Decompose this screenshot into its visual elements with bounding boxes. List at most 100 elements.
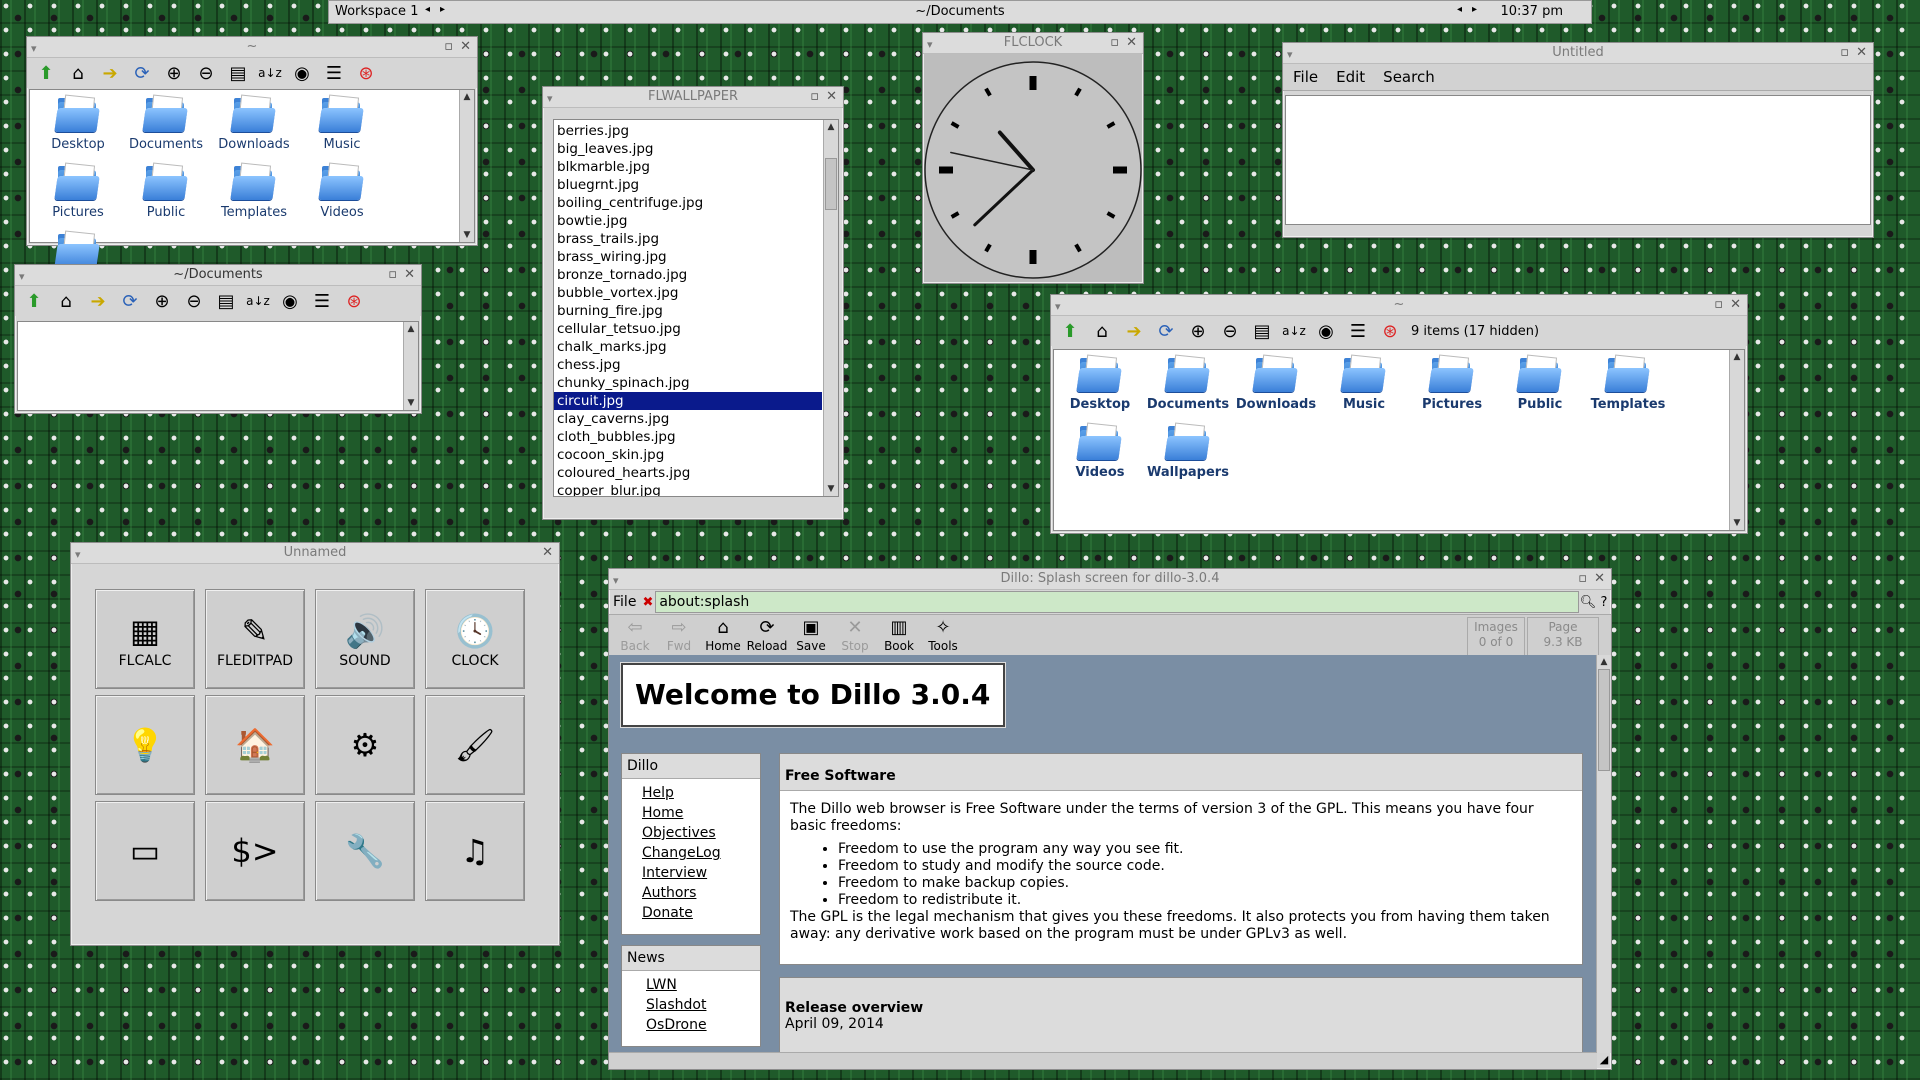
news-link-slashdot[interactable]: Slashdot [646, 995, 760, 1015]
zoom-in-icon[interactable]: ⊕ [147, 288, 177, 314]
window-menu-icon[interactable]: ▾ [1287, 45, 1293, 65]
folder-wallpapers[interactable]: Wallpapers [1144, 420, 1232, 488]
menu-search[interactable]: Search [1383, 68, 1435, 86]
up-arrow-icon[interactable]: ⬆ [1055, 318, 1085, 344]
window-menu-icon[interactable]: ▾ [31, 39, 37, 59]
launcher-button-globe-settings[interactable]: ⚙ [315, 695, 415, 795]
zoom-in-icon[interactable]: ⊕ [159, 60, 189, 86]
wallpaper-list-item[interactable]: coloured_hearts.jpg [554, 464, 822, 482]
show-hidden-icon[interactable]: ◉ [275, 288, 305, 314]
window-menu-icon[interactable]: ▾ [927, 35, 933, 55]
nav-link-changelog[interactable]: ChangeLog [642, 843, 760, 863]
wallpaper-list-item[interactable]: circuit.jpg [554, 392, 822, 410]
maximize-button[interactable]: ▫ [810, 87, 819, 107]
zoom-in-icon[interactable]: ⊕ [1183, 318, 1213, 344]
resize-grip-icon[interactable]: ◢ [1597, 1053, 1611, 1069]
list-view-icon[interactable]: ☰ [307, 288, 337, 314]
close-button[interactable]: ✕ [1856, 43, 1867, 63]
help-lifebuoy-icon[interactable]: ⊛ [1375, 318, 1405, 344]
close-button[interactable]: ✕ [1594, 569, 1605, 589]
vertical-scrollbar[interactable]: ▲ ▼ [1729, 350, 1744, 530]
book-button[interactable]: ▥ Book [877, 617, 921, 653]
wallpaper-list-item[interactable]: blkmarble.jpg [554, 158, 822, 176]
wallpaper-list-item[interactable]: brass_wiring.jpg [554, 248, 822, 266]
close-button[interactable]: ✕ [404, 265, 415, 285]
list-view-icon[interactable]: ☰ [319, 60, 349, 86]
editor-text-area[interactable] [1285, 95, 1871, 225]
empty-file-pane[interactable]: ▲ ▼ [17, 321, 419, 411]
close-button[interactable]: ✕ [542, 543, 553, 563]
details-view-icon[interactable]: ▤ [223, 60, 253, 86]
wallpaper-list-item[interactable]: cloth_bubbles.jpg [554, 428, 822, 446]
launcher-button-music-disc[interactable]: ♫ [425, 801, 525, 901]
wallpaper-list-item[interactable]: bowtie.jpg [554, 212, 822, 230]
launcher-button-clock[interactable]: 🕓 CLOCK [425, 589, 525, 689]
up-arrow-icon[interactable]: ⬆ [19, 288, 49, 314]
show-hidden-icon[interactable]: ◉ [287, 60, 317, 86]
folder-templates[interactable]: Templates [1584, 352, 1672, 420]
scrollbar-thumb[interactable] [1598, 669, 1610, 771]
maximize-button[interactable]: ▫ [388, 265, 397, 285]
refresh-icon[interactable]: ⟳ [1151, 318, 1181, 344]
close-button[interactable]: ✕ [826, 87, 837, 107]
wallpaper-list-item[interactable]: bluegrnt.jpg [554, 176, 822, 194]
folder-pictures[interactable]: Pictures [34, 160, 122, 228]
menu-edit[interactable]: Edit [1336, 68, 1365, 86]
wallpaper-list-item[interactable]: bronze_tornado.jpg [554, 266, 822, 284]
vertical-scrollbar[interactable]: ▲ ▼ [403, 322, 418, 410]
wallpaper-list-item[interactable]: copper_blur.jpg [554, 482, 822, 496]
sort-icon[interactable]: a↓z [1279, 318, 1309, 344]
folder-downloads[interactable]: Downloads [1232, 352, 1320, 420]
help-lifebuoy-icon[interactable]: ⊛ [351, 60, 381, 86]
wallpaper-list-item[interactable]: brass_trails.jpg [554, 230, 822, 248]
refresh-icon[interactable]: ⟳ [115, 288, 145, 314]
maximize-button[interactable]: ▫ [1578, 569, 1587, 589]
page-viewport[interactable]: Welcome to Dillo 3.0.4 Dillo Help Home Obj… [609, 655, 1597, 1053]
folder-desktop[interactable]: Desktop [1056, 352, 1144, 420]
details-view-icon[interactable]: ▤ [211, 288, 241, 314]
details-view-icon[interactable]: ▤ [1247, 318, 1277, 344]
folder-public[interactable]: Public [122, 160, 210, 228]
search-icon[interactable]: 🔍︎ [1579, 595, 1597, 610]
show-hidden-icon[interactable]: ◉ [1311, 318, 1341, 344]
nav-link-interview[interactable]: Interview [642, 863, 760, 883]
zoom-out-icon[interactable]: ⊖ [179, 288, 209, 314]
window-menu-icon[interactable]: ▾ [613, 571, 619, 591]
list-view-icon[interactable]: ☰ [1343, 318, 1373, 344]
wallpaper-list-item[interactable]: chess.jpg [554, 356, 822, 374]
folder-videos[interactable]: Videos [1056, 420, 1144, 488]
vertical-scrollbar[interactable]: ▲ ▼ [459, 90, 474, 242]
stop-button[interactable]: ✕ Stop [833, 617, 877, 653]
folder-templates[interactable]: Templates [210, 160, 298, 228]
up-arrow-icon[interactable]: ⬆ [31, 60, 61, 86]
home-icon[interactable]: ⌂ [63, 60, 93, 86]
close-button[interactable]: ✕ [460, 37, 471, 57]
page-scrollbar[interactable]: ▲ [1596, 655, 1611, 1053]
menu-file[interactable]: File [1293, 68, 1318, 86]
save-button[interactable]: ▣ Save [789, 617, 833, 653]
wallpaper-list-item[interactable]: chalk_marks.jpg [554, 338, 822, 356]
help-icon[interactable]: ? [1597, 595, 1611, 610]
bookmark-icon[interactable]: ➔ [1119, 318, 1149, 344]
launcher-button-desk-lamp[interactable]: 💡 [95, 695, 195, 795]
home-icon[interactable]: ⌂ [51, 288, 81, 314]
horizontal-scrollbar[interactable] [609, 1052, 1597, 1069]
bookmark-icon[interactable]: ➔ [83, 288, 113, 314]
launcher-button-sound[interactable]: 🔊 SOUND [315, 589, 415, 689]
maximize-button[interactable]: ▫ [1714, 295, 1723, 315]
close-button[interactable]: ✕ [1126, 33, 1137, 53]
clear-url-icon[interactable]: ✖ [640, 595, 655, 610]
fwd-button[interactable]: ⇨ Fwd [657, 617, 701, 653]
launcher-button-fleditpad[interactable]: ✎ FLEDITPAD [205, 589, 305, 689]
maximize-button[interactable]: ▫ [1110, 33, 1119, 53]
nav-link-donate[interactable]: Donate [642, 903, 760, 923]
window-menu-icon[interactable]: ▾ [547, 89, 553, 109]
launcher-button-flcalc[interactable]: ▦ FLCALC [95, 589, 195, 689]
news-link-osdrone[interactable]: OsDrone [646, 1015, 760, 1035]
launcher-button-terminal[interactable]: $> [205, 801, 305, 901]
nav-link-objectives[interactable]: Objectives [642, 823, 760, 843]
launcher-button-screen[interactable]: ▭ [95, 801, 195, 901]
close-button[interactable]: ✕ [1730, 295, 1741, 315]
window-menu-icon[interactable]: ▾ [75, 545, 81, 565]
news-link-lwn[interactable]: LWN [646, 975, 760, 995]
